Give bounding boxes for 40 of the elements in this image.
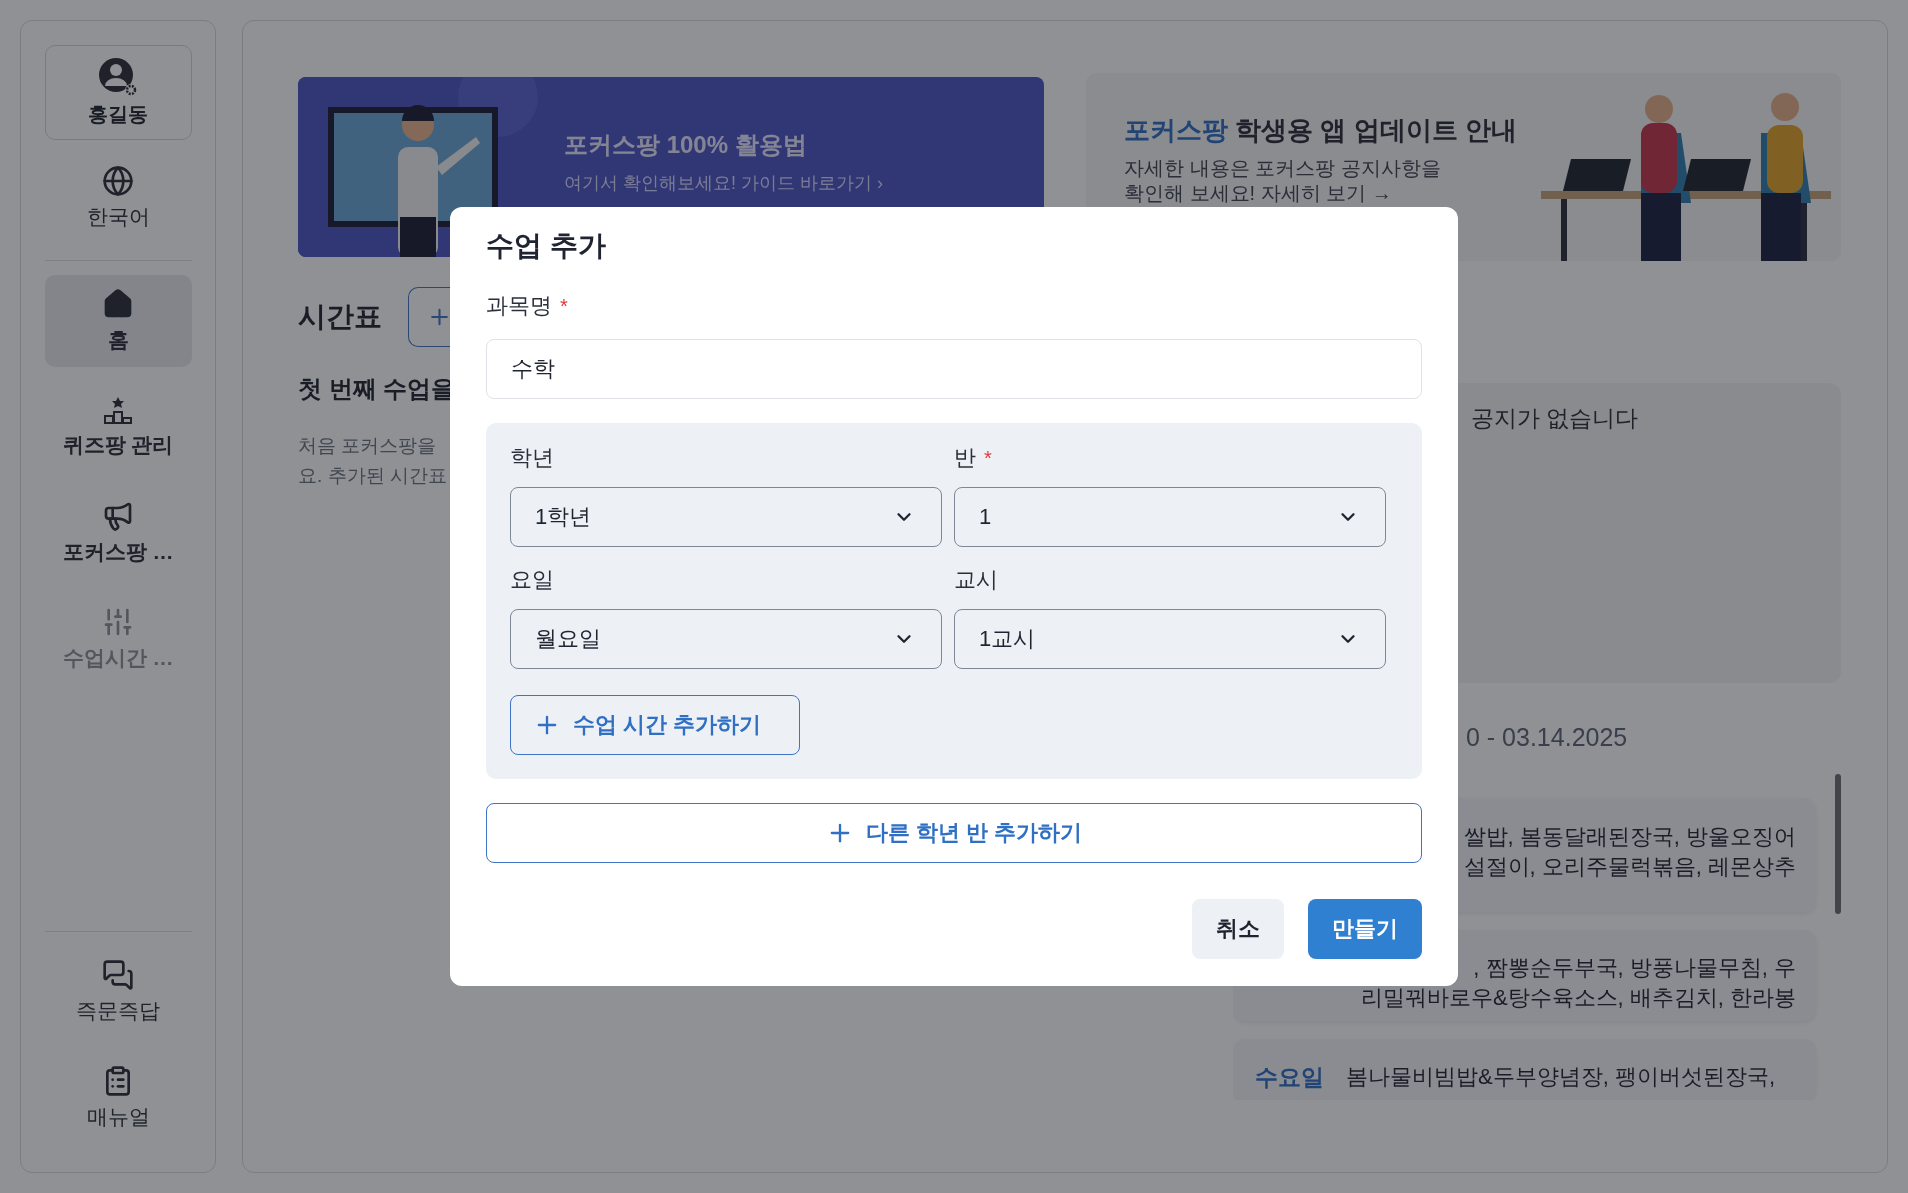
empty-text: 처음 포커스팡을 xyxy=(298,434,437,458)
guide-link[interactable]: 여기서 확인해보세요! 가이드 바로가기 › xyxy=(564,171,883,195)
meal-text: 리밀꿔바로우&탕수육소스, 배추김치, 한라봉 xyxy=(1360,984,1796,1012)
empty-text: 요. 추가된 시간표 xyxy=(298,464,447,488)
sidebar-item[interactable]: 퀴즈팡 관리 xyxy=(44,381,192,473)
required-mark: * xyxy=(560,294,568,318)
profile-button[interactable]: 홍길동 xyxy=(44,45,192,140)
section-title: 시간표 xyxy=(298,300,382,334)
banner-text: 확인해 보세요! 자세히 보기 → xyxy=(1124,180,1393,206)
field-label: 요일 xyxy=(510,566,554,594)
day-label: 수요일 xyxy=(1255,1063,1325,1092)
required-mark: * xyxy=(984,446,992,470)
banner-title: 포커스팡 학생용 앱 업데이트 안내 xyxy=(1124,113,1517,147)
cancel-button[interactable]: 취소 xyxy=(1192,899,1284,959)
field-label: 학년 xyxy=(510,444,554,472)
create-button[interactable]: 만들기 xyxy=(1308,899,1422,959)
select-field[interactable]: 1학년 xyxy=(510,487,942,547)
empty-notice-text: 공지가 없습니다 xyxy=(1471,405,1639,431)
sidebar-item[interactable]: 포커스팡 … xyxy=(44,487,192,579)
banner-text: 자세한 내용은 포커스팡 공지사항을 xyxy=(1124,155,1442,181)
add-class-button[interactable]: 다른 학년 반 추가하기 xyxy=(486,803,1422,863)
subject-field[interactable]: 수학 xyxy=(486,339,1422,399)
date-range: 0 - 03.14.2025 xyxy=(1466,723,1629,752)
empty-title: 첫 번째 수업을 xyxy=(298,374,456,404)
meal-text: 쌀밥, 봄동달래된장국, 방울오징어 xyxy=(1463,823,1796,851)
select-field[interactable]: 1교시 xyxy=(954,609,1386,669)
sidebar-item[interactable]: 한국어 xyxy=(44,152,192,244)
select-field[interactable]: 월요일 xyxy=(510,609,942,669)
field-label: 반 xyxy=(954,444,976,472)
select-field[interactable]: 1 xyxy=(954,487,1386,547)
sidebar-item[interactable]: 매뉴얼 xyxy=(44,1052,192,1144)
add-time-button[interactable]: 수업 시간 추가하기 xyxy=(510,695,800,755)
sidebar-item[interactable]: 홈 xyxy=(44,275,192,367)
sidebar-item[interactable]: 즉문즉답 xyxy=(44,946,192,1038)
meal-text: 봄나물비빔밥&두부양념장, 팽이버섯된장국, xyxy=(1346,1063,1775,1091)
field-label: 교시 xyxy=(954,566,998,594)
field-label: 과목명 xyxy=(486,292,552,320)
banner-title: 포커스팡 100% 활용법 xyxy=(564,130,808,160)
meal-text: , 짬뽕순두부국, 방풍나물무침, 우 xyxy=(1473,954,1796,982)
meal-text: 설절이, 오리주물럭볶음, 레몬상추 xyxy=(1463,853,1796,881)
